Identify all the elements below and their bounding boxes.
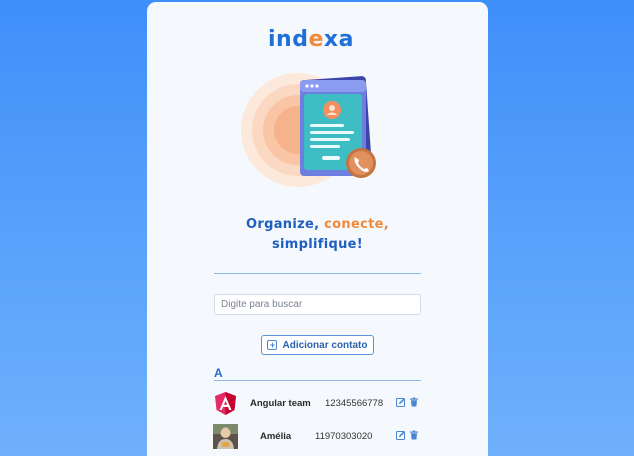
section-letter: A (214, 366, 223, 380)
search-input[interactable] (214, 294, 421, 315)
tagline: Organize, conecte, simplifique! (246, 217, 389, 252)
trash-icon[interactable] (409, 397, 419, 407)
trash-icon[interactable] (409, 430, 419, 440)
main-card: indexa Organize, conecte, simplifique! +… (147, 2, 488, 456)
contact-name: Amélia (260, 431, 292, 442)
add-contact-button[interactable]: + Adicionar contato (261, 335, 374, 355)
hero-illustration (241, 73, 376, 187)
contact-name: Angular team (250, 398, 311, 409)
edit-icon[interactable] (396, 430, 406, 440)
app-logo: indexa (268, 27, 354, 52)
edit-icon[interactable] (396, 397, 406, 407)
contact-phone: 11970303020 (315, 431, 373, 442)
contact-row[interactable]: Amélia 11970303020 (213, 424, 423, 450)
plus-square-icon: + (267, 340, 278, 350)
contact-phone: 12345566778 (325, 398, 384, 409)
section-divider (214, 380, 421, 381)
divider (214, 273, 421, 274)
add-contact-label: Adicionar contato (282, 339, 368, 351)
contact-row[interactable]: Angular team 12345566778 (213, 391, 423, 417)
avatar-photo (213, 424, 238, 449)
angular-logo-icon (215, 392, 236, 415)
